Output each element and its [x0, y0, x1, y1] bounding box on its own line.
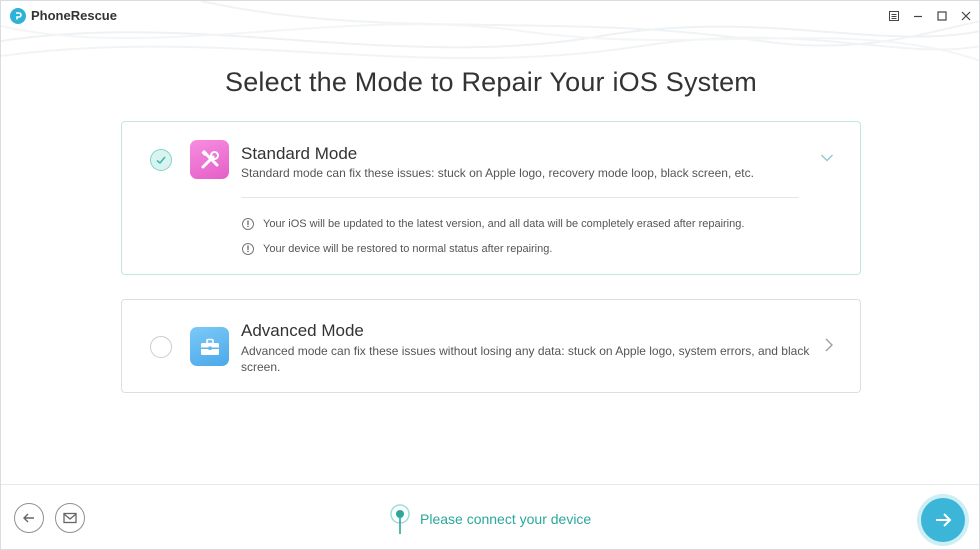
checkmark-icon [156, 156, 166, 165]
standard-mode-note: ! Your device will be restored to normal… [242, 241, 552, 257]
mail-icon [63, 512, 77, 524]
title-bar: PhoneRescue [1, 1, 979, 31]
standard-mode-description: Standard mode can fix these issues: stuc… [241, 166, 754, 180]
close-icon[interactable] [957, 7, 975, 25]
connect-status: Please connect your device [385, 503, 591, 535]
tools-icon [190, 140, 229, 179]
window-controls [885, 7, 975, 25]
menu-icon[interactable] [885, 7, 903, 25]
standard-mode-card[interactable]: Standard Mode Standard mode can fix thes… [121, 121, 861, 275]
advanced-mode-description: Advanced mode can fix these issues witho… [241, 344, 810, 374]
connect-device-icon [390, 504, 410, 534]
connect-status-text: Please connect your device [420, 511, 592, 527]
arrow-left-icon [23, 513, 34, 523]
maximize-icon[interactable] [933, 7, 951, 25]
chevron-right-icon[interactable] [824, 337, 834, 358]
divider [241, 197, 799, 198]
advanced-mode-title: Advanced Mode [241, 321, 364, 340]
app-name: PhoneRescue [31, 8, 117, 23]
toolbox-icon [190, 327, 229, 366]
next-button[interactable] [921, 498, 965, 542]
standard-mode-note: ! Your iOS will be updated to the latest… [242, 216, 744, 232]
advanced-mode-radio[interactable] [150, 336, 172, 358]
chevron-down-icon[interactable] [820, 150, 834, 168]
feedback-mail-button[interactable] [55, 503, 85, 533]
advanced-mode-card[interactable]: Advanced Mode Advanced mode can fix thes… [121, 299, 861, 393]
app-logo-icon [10, 8, 26, 24]
minimize-icon[interactable] [909, 7, 927, 25]
arrow-right-icon [936, 513, 952, 527]
note-text: Your device will be restored to normal s… [263, 243, 553, 255]
page-title: Select the Mode to Repair Your iOS Syste… [225, 67, 757, 97]
info-icon: ! [242, 243, 254, 255]
note-text: Your iOS will be updated to the latest v… [263, 218, 745, 230]
app-window: PhoneRescue Select the Mode to Repair Yo… [0, 0, 980, 550]
back-button[interactable] [14, 503, 44, 533]
footer-divider [1, 484, 979, 485]
info-icon: ! [242, 218, 254, 230]
standard-mode-title: Standard Mode [241, 144, 358, 163]
standard-mode-radio[interactable] [150, 149, 172, 171]
